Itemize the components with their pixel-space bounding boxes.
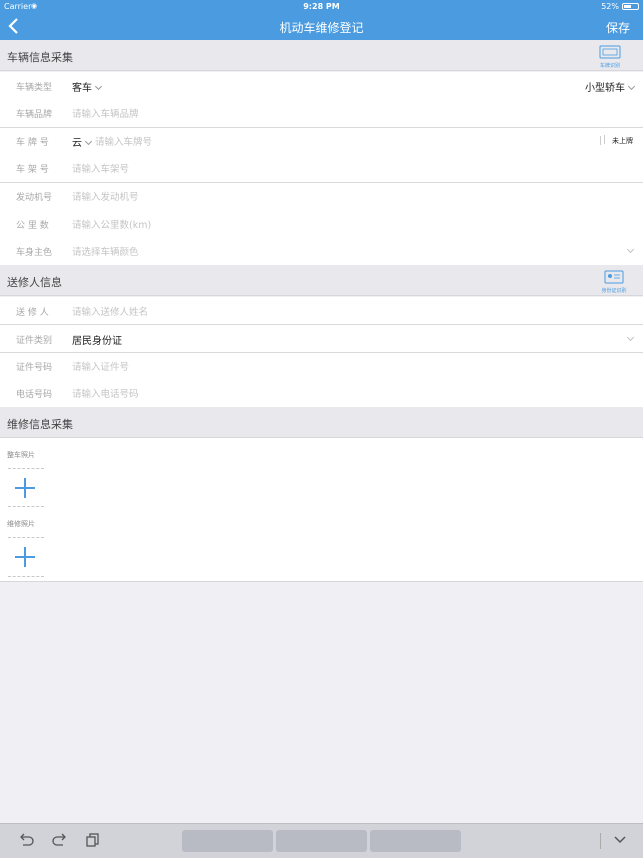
frame-number-input[interactable]: 请输入车架号 [72,161,129,175]
add-whole-car-photo-button[interactable] [15,478,35,498]
sender-name-label: 送 修 人 [16,308,49,318]
phone-input[interactable]: 请输入电话号码 [72,386,139,400]
chevron-down-icon [627,82,636,91]
divider [8,537,44,538]
keyboard-suggestion-key[interactable] [276,830,367,852]
add-repair-photo-button[interactable] [15,547,35,567]
id-number-input[interactable]: 请输入证件号 [72,359,129,373]
chevron-down-icon [626,333,635,342]
redo-icon[interactable] [52,833,68,851]
engine-number-input[interactable]: 请输入发动机号 [72,189,139,203]
plate-scan-label: 车牌识别 [599,63,620,69]
divider [8,576,44,577]
battery-icon [622,3,639,10]
repair-section-title: 维修信息采集 [7,418,73,431]
vehicle-brand-row[interactable]: 车辆品牌 请输入车辆品牌 [0,99,643,126]
phone-label: 电话号码 [16,390,53,400]
keyboard-suggestion-key[interactable] [182,830,273,852]
body-color-row[interactable]: 车身主色 请选择车辆颜色 [0,237,643,264]
mileage-row[interactable]: 公 里 数 请输入公里数(km) [0,210,643,237]
vehicle-form: 车辆类型 客车 小型轿车 车辆品牌 请输入车辆品牌 车 牌 号 云 请输入车牌号… [0,72,643,265]
plate-number-row[interactable]: 车 牌 号 云 请输入车牌号 未上牌 [0,127,643,154]
status-time: 9:28 PM [303,2,340,11]
divider [8,506,44,507]
whole-car-photo-label: 整车照片 [7,451,35,459]
paste-icon[interactable] [86,833,100,851]
unplated-checkbox[interactable] [604,135,609,144]
repair-photos: 整车照片 维修照片 [0,438,643,582]
status-bar: Carrier ◉ 9:28 PM 52% [0,0,643,12]
undo-icon[interactable] [18,833,34,851]
unplated-label[interactable]: 未上牌 [612,136,633,146]
id-number-row[interactable]: 证件号码 请输入证件号 [0,352,643,379]
keyboard-suggestion-key[interactable] [370,830,461,852]
frame-number-label: 车 架 号 [16,165,49,175]
sender-section-title: 送修人信息 [7,276,62,289]
vehicle-type-row[interactable]: 车辆类型 客车 小型轿车 [0,72,643,99]
chevron-down-icon [626,245,635,254]
chevron-down-icon [84,137,93,146]
sender-name-input[interactable]: 请输入送修人姓名 [72,304,148,318]
body-color-select[interactable]: 请选择车辆颜色 [72,244,139,258]
sender-name-row[interactable]: 送 修 人 请输入送修人姓名 [0,297,643,324]
id-type-label: 证件类别 [16,336,53,346]
nav-bar: 机动车维修登记 保存 [0,12,643,40]
vehicle-type-label: 车辆类型 [16,83,53,93]
id-scan-label: 身份证识别 [601,288,627,294]
vehicle-section-header: 车辆信息采集 车牌识别 [0,40,643,71]
engine-number-label: 发动机号 [16,193,53,203]
plate-province-select[interactable]: 云 [72,134,93,149]
engine-number-row[interactable]: 发动机号 请输入发动机号 [0,182,643,209]
save-button[interactable]: 保存 [606,19,630,36]
divider [8,468,44,469]
page-title: 机动车维修登记 [279,21,364,35]
phone-row[interactable]: 电话号码 请输入电话号码 [0,379,643,406]
chevron-down-icon [94,82,103,91]
id-type-row[interactable]: 证件类别 居民身份证 [0,325,643,352]
body-color-label: 车身主色 [16,248,53,258]
repair-section-header: 维修信息采集 [0,407,643,438]
dismiss-keyboard-chevron-icon[interactable] [613,833,627,849]
divider [600,833,601,849]
sender-section-header: 送修人信息 身份证识别 [0,265,643,296]
vehicle-brand-input[interactable]: 请输入车辆品牌 [72,106,139,120]
mileage-label: 公 里 数 [16,221,49,231]
vehicle-brand-label: 车辆品牌 [16,110,53,120]
plate-scan-icon [599,45,621,59]
vehicle-type-select[interactable]: 客车 [72,79,103,94]
divider [600,136,601,145]
battery-percent: 52% [601,2,619,11]
vehicle-subtype-select[interactable]: 小型轿车 [585,79,636,94]
sender-form: 送 修 人 请输入送修人姓名 证件类别 居民身份证 证件号码 请输入证件号 电话… [0,297,643,407]
id-card-icon [604,270,624,284]
plate-number-label: 车 牌 号 [16,138,49,148]
id-type-select[interactable]: 居民身份证 [72,332,122,347]
id-scan-button[interactable]: 身份证识别 [601,269,627,294]
plate-scan-button[interactable]: 车牌识别 [597,44,623,69]
mileage-input[interactable]: 请输入公里数(km) [72,217,151,231]
vehicle-section-title: 车辆信息采集 [7,51,73,64]
frame-number-row[interactable]: 车 架 号 请输入车架号 [0,154,643,181]
plate-number-input[interactable]: 请输入车牌号 [95,134,152,148]
keyboard-toolbar [0,823,643,858]
id-number-label: 证件号码 [16,363,53,373]
repair-photo-label: 维修照片 [7,520,35,528]
